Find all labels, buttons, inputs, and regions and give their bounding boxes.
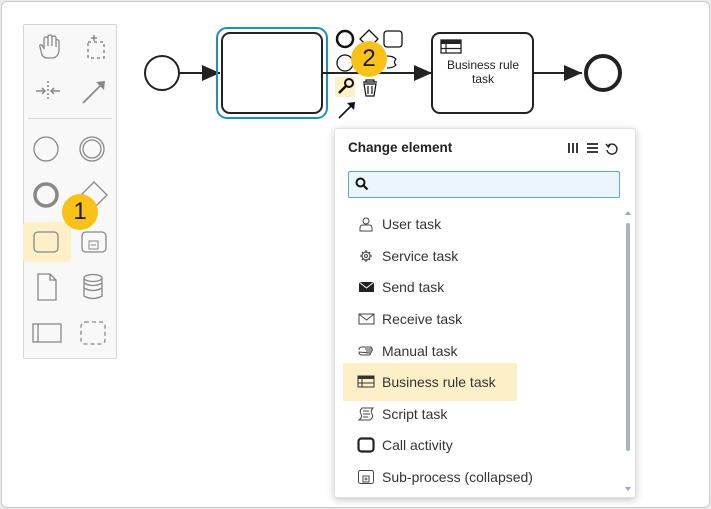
manual-task-icon xyxy=(358,346,373,356)
entry-label: Send task xyxy=(382,279,445,295)
list-icon[interactable] xyxy=(586,142,599,154)
entry-label: Service task xyxy=(382,248,459,264)
collapsed-subprocess-icon xyxy=(358,470,374,484)
service-task-icon xyxy=(360,250,372,262)
modeler-window: Business rule task 1 2 3 Change element … xyxy=(1,1,710,508)
task-label-line1: Business rule xyxy=(446,58,520,72)
script-task-icon xyxy=(357,407,375,421)
popup-title: Change element xyxy=(348,140,453,155)
entry-label: Script task xyxy=(382,406,448,422)
business-rule-table-icon xyxy=(440,39,462,54)
business-rule-task-label: Business rule task xyxy=(437,58,529,86)
entry-label: Call activity xyxy=(382,437,453,453)
entry-label: User task xyxy=(382,216,442,232)
selected-task[interactable] xyxy=(216,27,328,119)
step-badge-2: 2 xyxy=(351,41,387,77)
end-event[interactable] xyxy=(584,54,622,92)
connect-arrow-icon[interactable] xyxy=(338,102,355,119)
task-label-line2: task xyxy=(471,72,494,86)
entry-label: Manual task xyxy=(382,343,458,359)
business-rule-task-icon xyxy=(357,375,375,388)
entry-receive-task[interactable]: Receive task xyxy=(343,304,619,334)
delete-trash-icon[interactable] xyxy=(363,79,377,97)
append-end-event-icon[interactable] xyxy=(335,29,355,49)
entry-label: Receive task xyxy=(382,311,463,327)
step-badge-1: 1 xyxy=(62,194,98,230)
entry-script-task[interactable]: Script task xyxy=(343,399,619,429)
columns-icon[interactable] xyxy=(567,142,579,154)
append-text-annotation-icon[interactable] xyxy=(386,55,397,69)
search-field[interactable] xyxy=(348,171,620,198)
entry-business-rule-task[interactable]: Business rule task xyxy=(343,363,517,401)
entry-service-task[interactable]: Service task xyxy=(343,241,619,271)
start-event[interactable] xyxy=(144,55,180,91)
entry-label: Sub-process (collapsed) xyxy=(382,469,533,485)
call-activity-icon xyxy=(357,437,375,453)
entry-send-task[interactable]: Send task xyxy=(343,272,619,302)
reset-icon[interactable] xyxy=(605,142,618,155)
search-input[interactable] xyxy=(373,175,617,196)
change-element-popup: Change element User task Service task Se… xyxy=(334,128,636,498)
entry-call-activity[interactable]: Call activity xyxy=(343,430,619,460)
popup-scrollbar[interactable] xyxy=(624,211,632,491)
entry-label: Business rule task xyxy=(382,374,496,390)
search-icon xyxy=(355,177,369,191)
receive-task-icon xyxy=(358,313,375,325)
user-task-icon xyxy=(359,217,373,232)
change-type-wrench-icon[interactable] xyxy=(335,77,355,97)
append-task-icon[interactable] xyxy=(383,30,403,48)
entry-sub-process-collapsed[interactable]: Sub-process (collapsed) xyxy=(343,462,619,492)
entry-user-task[interactable]: User task xyxy=(343,209,619,239)
send-task-icon xyxy=(358,281,375,292)
entry-manual-task[interactable]: Manual task xyxy=(343,336,619,366)
